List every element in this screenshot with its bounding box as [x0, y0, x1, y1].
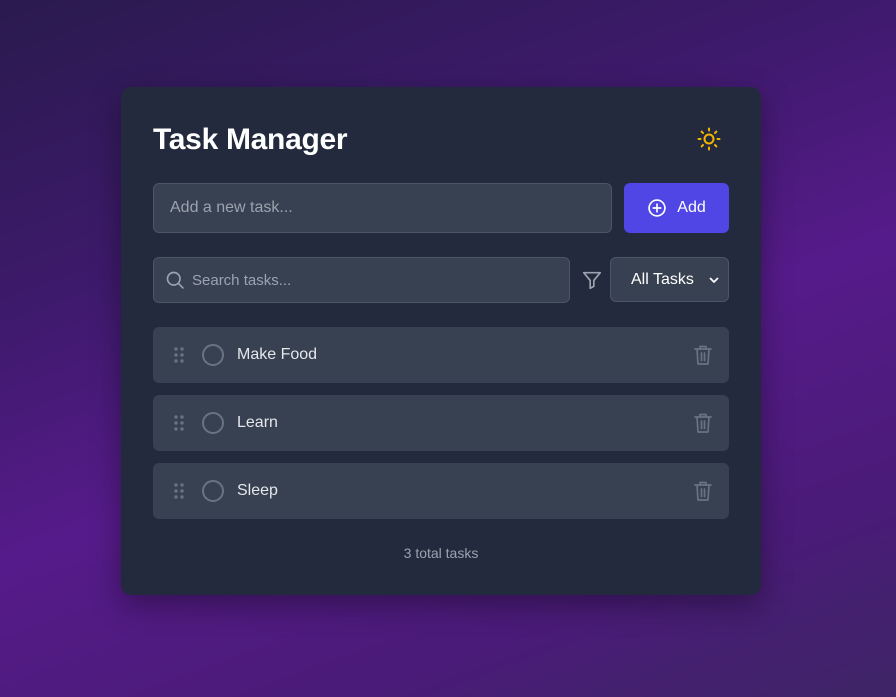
task-label: Learn	[237, 414, 278, 431]
task-manager-card: Task Manager Add A	[121, 87, 761, 595]
add-button-label: Add	[677, 199, 706, 216]
task-item[interactable]: Sleep	[153, 463, 729, 519]
task-item[interactable]: Learn	[153, 395, 729, 451]
task-complete-checkbox[interactable]	[202, 412, 224, 434]
task-filter-select[interactable]: All Tasks	[610, 257, 729, 302]
page-title: Task Manager	[153, 123, 348, 156]
task-count: 3 total tasks	[403, 545, 479, 561]
trash-icon[interactable]	[693, 480, 713, 502]
search-icon	[166, 271, 184, 289]
sun-icon	[697, 127, 721, 151]
search-box	[153, 257, 570, 303]
task-label: Make Food	[237, 346, 318, 363]
task-list: Make Food Learn Sleep	[153, 327, 729, 531]
plus-circle-icon	[648, 199, 667, 217]
add-task-button[interactable]: Add	[624, 183, 729, 233]
filter-selected-value: All Tasks	[631, 270, 694, 288]
task-complete-checkbox[interactable]	[202, 480, 224, 502]
theme-toggle-button[interactable]	[695, 125, 723, 153]
chevron-down-icon	[709, 277, 719, 283]
new-task-input[interactable]	[153, 183, 612, 233]
trash-icon[interactable]	[693, 412, 713, 434]
drag-handle-icon[interactable]	[173, 482, 185, 500]
trash-icon[interactable]	[693, 344, 713, 366]
filter-icon	[582, 271, 602, 290]
task-complete-checkbox[interactable]	[202, 344, 224, 366]
search-input[interactable]	[192, 258, 562, 302]
drag-handle-icon[interactable]	[173, 346, 185, 364]
drag-handle-icon[interactable]	[173, 414, 185, 432]
task-label: Sleep	[237, 482, 278, 499]
task-item[interactable]: Make Food	[153, 327, 729, 383]
